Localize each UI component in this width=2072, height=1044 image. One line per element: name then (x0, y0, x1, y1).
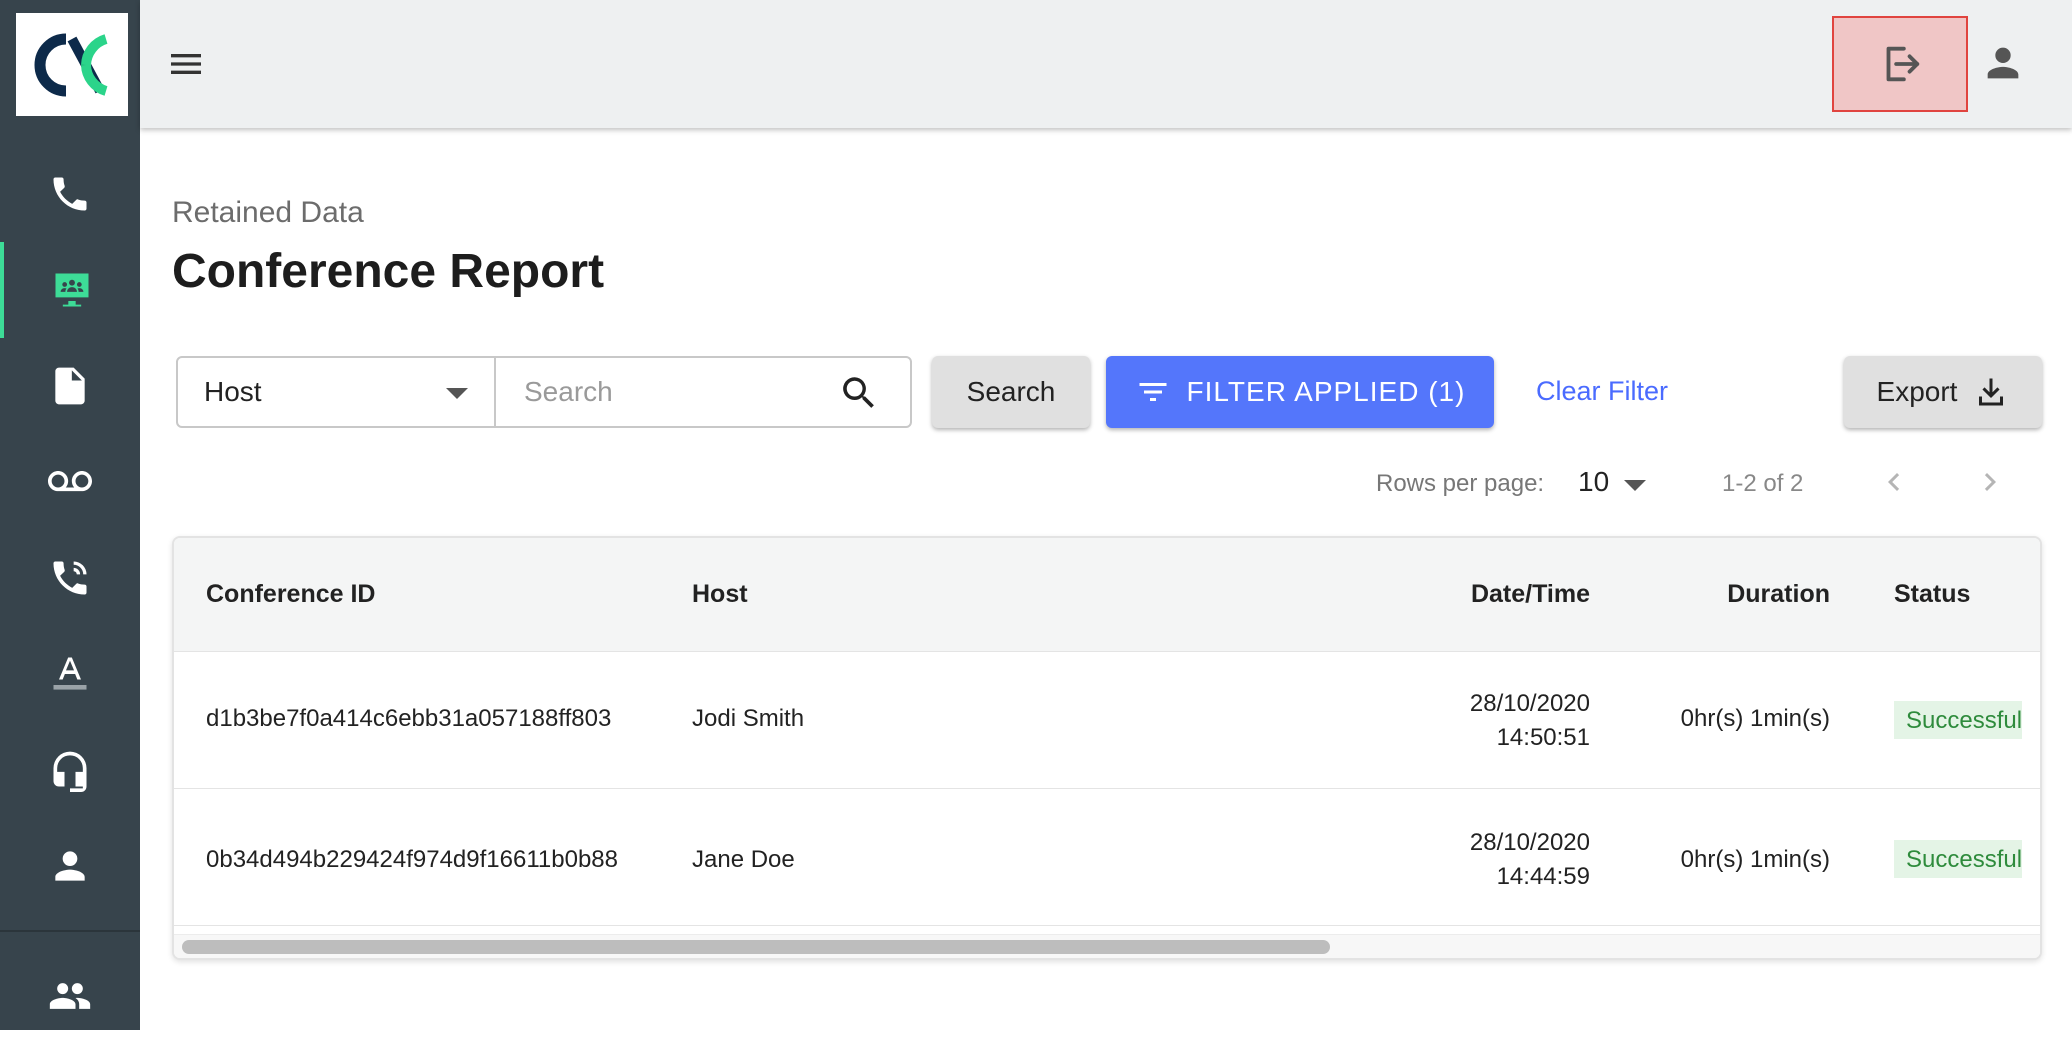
date-time-cell: 28/10/2020 14:44:59 (1470, 826, 1590, 894)
top-app-bar (140, 0, 2072, 128)
next-page-button[interactable] (1970, 462, 2010, 502)
sidebar-item-conference[interactable] (0, 242, 140, 338)
column-header-status[interactable]: Status (1894, 580, 1970, 609)
logout-icon (1886, 46, 1920, 82)
page-title: Conference Report (172, 245, 605, 298)
rows-per-page-select[interactable]: 10 (1578, 466, 1609, 498)
rows-dropdown-caret-icon[interactable] (1624, 480, 1646, 491)
host-cell: Jane Doe (692, 846, 795, 873)
duration-cell: 0hr(s) 1min(s) (1680, 705, 1830, 732)
clear-filter-link[interactable]: Clear Filter (1536, 376, 1668, 407)
sidebar-item-support[interactable] (0, 722, 140, 818)
conference-table: Conference ID Host Date/Time Duration St… (172, 536, 2042, 960)
sidebar-item-call-forwarding[interactable] (0, 530, 140, 626)
time-text: 14:44:59 (1496, 863, 1590, 890)
search-icon[interactable] (838, 372, 880, 414)
logout-button[interactable] (1832, 16, 1968, 112)
conference-id-cell: d1b3be7f0a414c6ebb31a057188ff803 (206, 705, 612, 732)
menu-button[interactable] (162, 40, 210, 88)
column-header-date-time[interactable]: Date/Time (1471, 580, 1590, 609)
sidebar-divider (0, 930, 140, 932)
duration-cell: 0hr(s) 1min(s) (1680, 846, 1830, 873)
phone-icon (53, 177, 87, 211)
previous-page-button[interactable] (1874, 462, 1914, 502)
sidebar-item-calls[interactable] (0, 146, 140, 242)
search-field-value: Host (204, 376, 262, 407)
search-group: Host (176, 356, 912, 428)
date-text: 28/10/2020 (1469, 829, 1590, 856)
table-header: Conference ID Host Date/Time Duration St… (174, 538, 2040, 652)
conference-icon (55, 273, 89, 307)
sidebar-item-text-format[interactable] (0, 626, 140, 722)
group-icon (49, 983, 91, 1009)
date-text: 28/10/2020 (1469, 690, 1590, 717)
horizontal-scrollbar-thumb[interactable] (182, 940, 1330, 954)
sidebar (0, 0, 140, 1030)
page-subtitle: Retained Data (172, 196, 364, 229)
status-badge: Successful (1894, 840, 2022, 878)
voicemail-icon (48, 471, 92, 492)
app-logo[interactable] (16, 13, 128, 116)
search-field-select[interactable]: Host (178, 358, 496, 426)
headset-icon (53, 751, 87, 792)
person-icon (55, 851, 85, 881)
page-range: 1-2 of 2 (1722, 470, 1804, 497)
table-row[interactable]: d1b3be7f0a414c6ebb31a057188ff803 Jodi Sm… (174, 653, 2040, 789)
download-icon (1979, 378, 2004, 406)
filter-button-label: FILTER APPLIED (1) (1186, 376, 1466, 407)
chevron-left-icon (1888, 473, 1900, 491)
column-header-conference-id[interactable]: Conference ID (206, 580, 375, 609)
time-text: 14:50:51 (1496, 724, 1590, 751)
filter-button[interactable]: FILTER APPLIED (1) (1106, 356, 1494, 428)
export-button[interactable]: Export (1844, 356, 2042, 428)
account-button[interactable] (1978, 38, 2028, 88)
hamburger-icon (171, 54, 201, 74)
search-input[interactable] (498, 358, 798, 426)
column-header-host[interactable]: Host (692, 580, 748, 609)
status-badge: Successful (1894, 701, 2022, 739)
filter-icon (1139, 383, 1167, 401)
sidebar-item-documents[interactable] (0, 338, 140, 434)
column-header-duration[interactable]: Duration (1727, 580, 1830, 609)
phone-forward-icon (53, 561, 87, 595)
text-format-icon (53, 657, 87, 690)
host-cell: Jodi Smith (692, 705, 805, 732)
table-row[interactable]: 0b34d494b229424f974d9f16611b0b88 Jane Do… (174, 790, 2040, 926)
chevron-right-icon (1984, 473, 1996, 491)
conference-id-cell: 0b34d494b229424f974d9f16611b0b88 (206, 846, 618, 873)
cx-logo-icon (34, 33, 108, 97)
date-time-cell: 28/10/2020 14:50:51 (1470, 687, 1590, 755)
dropdown-caret-icon (446, 388, 468, 399)
export-button-label: Export (1876, 376, 1958, 407)
sidebar-item-profile[interactable] (0, 818, 140, 914)
search-button[interactable]: Search (932, 356, 1090, 428)
account-icon (1987, 47, 2019, 79)
sidebar-item-voicemail[interactable] (0, 434, 140, 530)
document-icon (55, 367, 85, 405)
rows-per-page-label: Rows per page: (1376, 470, 1545, 497)
